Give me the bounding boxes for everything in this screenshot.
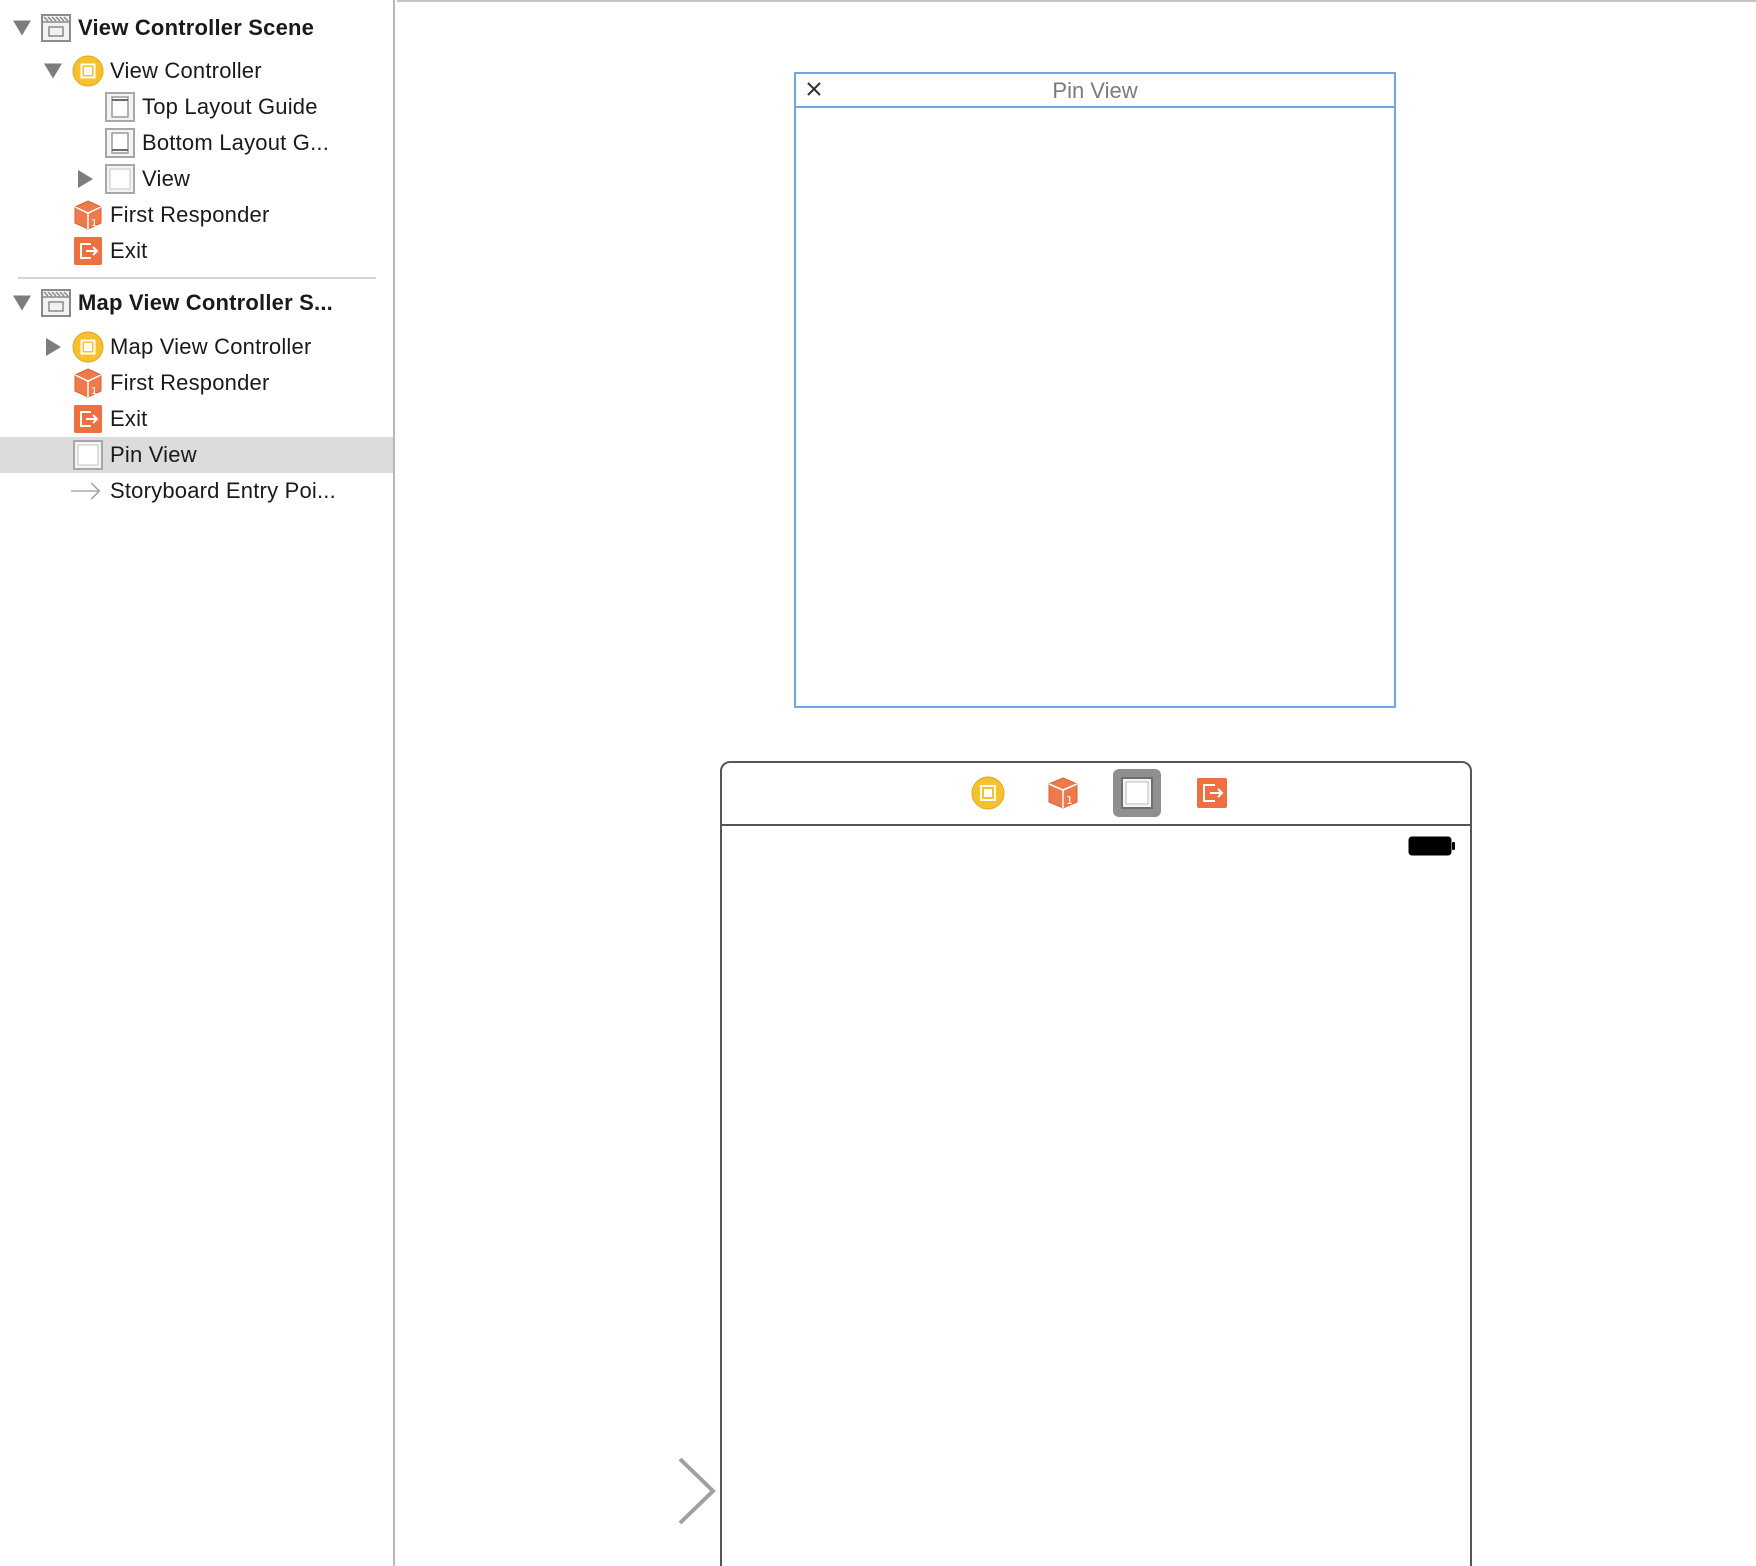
scene-dock: 1	[722, 763, 1470, 826]
view-icon	[73, 440, 103, 470]
layout-guide-top-icon	[105, 92, 135, 122]
outline-separator	[18, 277, 376, 279]
outline-item-label: Top Layout Guide	[142, 94, 318, 119]
outline-item-label: Exit	[110, 238, 148, 263]
outline-item-label: View	[142, 166, 191, 191]
outline-item-bottom-layout-guide[interactable]: Bottom Layout G...	[0, 125, 393, 161]
outline-item-first-responder[interactable]: 1 First Responder	[0, 197, 393, 233]
outline-item-exit[interactable]: Exit	[0, 233, 393, 269]
outline-item-label: Map View Controller	[110, 334, 312, 359]
scene-icon	[41, 289, 71, 317]
view-controller-icon	[72, 55, 104, 87]
outline-item-label: View Controller	[110, 58, 262, 83]
outline-item-label: First Responder	[110, 370, 270, 395]
first-responder-icon: 1	[74, 368, 102, 398]
disclosure-triangle-expanded-icon[interactable]	[13, 20, 31, 36]
entry-point-arrow-icon	[70, 482, 101, 500]
svg-text:1: 1	[1066, 794, 1073, 807]
exit-icon[interactable]	[1194, 775, 1230, 811]
scene-icon	[41, 14, 71, 42]
exit-icon	[74, 405, 102, 433]
first-responder-icon: 1	[74, 200, 102, 230]
outline-item-view-controller[interactable]: View Controller	[0, 53, 393, 89]
outline-scene-view-controller[interactable]: View Controller Scene	[0, 10, 393, 46]
first-responder-icon[interactable]: 1	[1045, 775, 1081, 811]
view-icon[interactable]	[1119, 775, 1155, 811]
view-icon	[105, 164, 135, 194]
svg-text:1: 1	[91, 218, 97, 229]
xcode-storyboard-editor: View Controller Scene View Controller To…	[0, 0, 1756, 1566]
map-view-controller-scene[interactable]: 1	[720, 761, 1472, 1566]
exit-icon	[74, 237, 102, 265]
disclosure-triangle-collapsed-icon[interactable]	[46, 338, 61, 356]
outline-scene-map-view-controller[interactable]: Map View Controller S...	[0, 285, 393, 321]
document-outline: View Controller Scene View Controller To…	[0, 0, 395, 1566]
disclosure-triangle-expanded-icon[interactable]	[44, 63, 62, 79]
battery-icon	[1408, 836, 1455, 856]
outline-item-view[interactable]: View	[0, 161, 393, 197]
disclosure-triangle-collapsed-icon[interactable]	[78, 170, 93, 188]
pin-view-titlebar[interactable]: Pin View	[796, 74, 1394, 108]
outline-item-pin-view[interactable]: Pin View	[0, 437, 393, 473]
outline-item-first-responder[interactable]: 1 First Responder	[0, 365, 393, 401]
outline-item-map-view-controller[interactable]: Map View Controller	[0, 329, 393, 365]
outline-item-top-layout-guide[interactable]: Top Layout Guide	[0, 89, 393, 125]
canvas-top-border	[397, 0, 1756, 2]
outline-item-storyboard-entry-point[interactable]: Storyboard Entry Poi...	[0, 473, 393, 509]
view-controller-icon[interactable]	[970, 775, 1006, 811]
disclosure-triangle-expanded-icon[interactable]	[13, 295, 31, 311]
storyboard-entry-point-arrow-icon[interactable]	[520, 1456, 720, 1526]
view-controller-icon	[72, 331, 104, 363]
outline-item-label: Bottom Layout G...	[142, 130, 330, 155]
svg-text:1: 1	[91, 386, 97, 397]
pin-view-canvas-window[interactable]: Pin View	[794, 72, 1396, 708]
outline-item-label: First Responder	[110, 202, 270, 227]
pin-view-title: Pin View	[1052, 78, 1138, 103]
outline-item-exit[interactable]: Exit	[0, 401, 393, 437]
scene-title: View Controller Scene	[78, 15, 315, 40]
layout-guide-bottom-icon	[105, 128, 135, 158]
outline-item-label: Exit	[110, 406, 148, 431]
scene-title: Map View Controller S...	[78, 290, 333, 315]
outline-item-label: Pin View	[110, 442, 197, 467]
outline-item-label: Storyboard Entry Poi...	[110, 478, 336, 503]
